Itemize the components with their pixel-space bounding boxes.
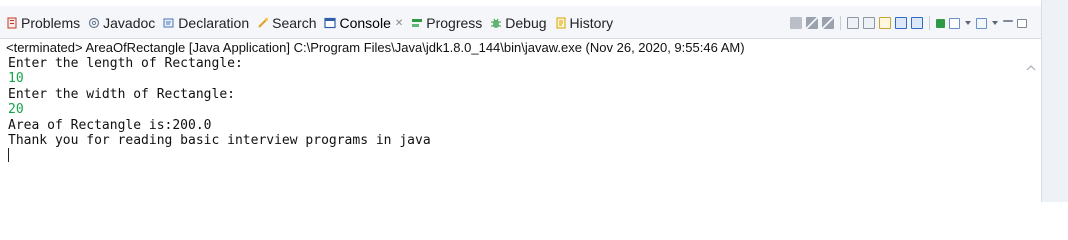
clear-console-icon[interactable] — [847, 17, 859, 29]
history-icon — [556, 17, 566, 29]
console-input-line: 20 — [8, 102, 24, 118]
show-on-stderr-icon[interactable] — [911, 17, 923, 29]
tab-label: Declaration — [178, 15, 250, 31]
tab-progress[interactable]: Progress — [411, 15, 482, 31]
pin-console-icon[interactable] — [936, 18, 945, 28]
console-input-line: 10 — [8, 71, 24, 87]
tab-label: Javadoc — [103, 15, 156, 31]
tab-label: Debug — [505, 15, 547, 31]
right-gutter — [1042, 0, 1068, 202]
console-output-line: Enter the width of Rectangle: — [8, 86, 235, 102]
tab-console[interactable]: Console ✕ — [324, 15, 403, 31]
tab-declaration[interactable]: Declaration — [163, 15, 249, 31]
console-toolbar — [790, 14, 1027, 32]
declaration-icon — [163, 18, 174, 28]
show-on-stdout-icon[interactable] — [895, 17, 907, 29]
display-console-icon[interactable] — [949, 17, 960, 29]
console-view: Problems Javadoc Declaration Search Cons… — [0, 0, 1042, 202]
text-cursor — [8, 148, 9, 163]
tab-history[interactable]: History — [555, 15, 614, 31]
tab-label: Console — [339, 15, 391, 31]
launch-status: <terminated> AreaOfRectangle [Java Appli… — [6, 40, 745, 55]
remove-launch-icon[interactable] — [806, 17, 818, 29]
console-cursor-line — [8, 148, 431, 163]
toolbar-separator — [840, 16, 841, 30]
console-output-line: Area of Rectangle is:200.0 — [8, 117, 212, 133]
tab-label: Search — [272, 15, 317, 31]
console-output[interactable]: Enter the length of Rectangle: 10 Enter th… — [8, 56, 431, 164]
console-icon — [324, 17, 337, 29]
chevron-down-icon[interactable] — [991, 19, 999, 27]
view-tabs: Problems Javadoc Declaration Search Cons… — [6, 12, 621, 34]
chevron-down-icon[interactable] — [964, 19, 972, 27]
word-wrap-icon[interactable] — [879, 17, 891, 29]
view-tab-bar: Problems Javadoc Declaration Search Cons… — [0, 6, 1041, 39]
tab-debug[interactable]: Debug — [490, 15, 547, 31]
tab-search[interactable]: Search — [257, 15, 316, 31]
scroll-lock-icon[interactable] — [863, 17, 875, 29]
tab-javadoc[interactable]: Javadoc — [88, 15, 155, 31]
debug-icon — [491, 18, 502, 28]
minimize-icon[interactable] — [1003, 20, 1013, 22]
open-console-icon[interactable] — [976, 17, 987, 29]
tab-label: Problems — [21, 15, 81, 31]
search-icon — [258, 17, 269, 28]
close-icon[interactable]: ✕ — [395, 18, 403, 29]
toolbar-separator — [929, 16, 930, 30]
terminate-icon[interactable] — [790, 17, 802, 29]
console-output-line: Thank you for reading basic interview pr… — [8, 132, 431, 148]
progress-icon — [412, 19, 423, 27]
tab-problems[interactable]: Problems — [6, 15, 80, 31]
console-output-line: Enter the length of Rectangle: — [8, 56, 243, 71]
at-icon — [89, 17, 100, 29]
remove-all-terminated-icon[interactable] — [822, 17, 834, 29]
chevron-up-icon[interactable] — [1026, 64, 1036, 72]
maximize-icon[interactable] — [1017, 18, 1027, 28]
problems-icon — [7, 17, 17, 29]
tab-label: History — [569, 15, 614, 31]
tab-label: Progress — [426, 15, 483, 31]
